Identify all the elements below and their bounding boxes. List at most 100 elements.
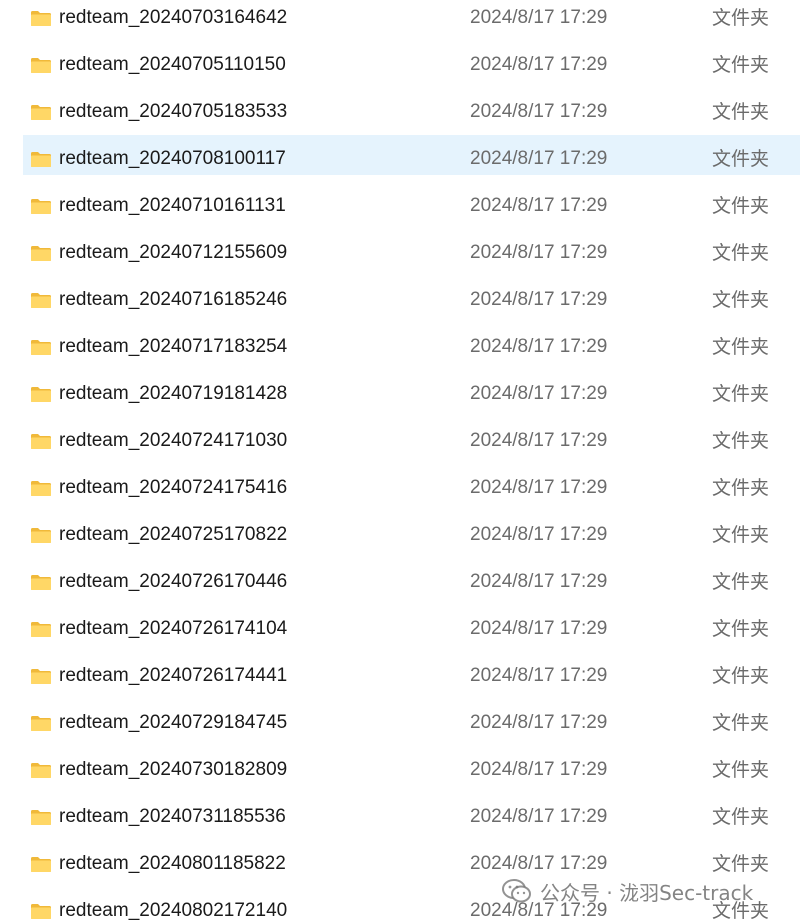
file-row[interactable]: redteam_20240705183533 2024/8/17 17:29 文件夹 [0,87,800,134]
file-type: 文件夹 [712,759,770,781]
file-name: redteam_20240731185536 [59,806,286,827]
file-type: 文件夹 [712,7,770,29]
folder-icon [31,481,51,496]
folder-icon [31,528,51,543]
file-row[interactable]: redteam_20240708100117 2024/8/17 17:29 文件夹 [0,134,800,181]
file-name: redteam_20240725170822 [59,524,288,545]
folder-icon [31,246,51,261]
file-date-modified: 2024/8/17 17:29 [470,195,608,216]
file-row[interactable]: redteam_20240726170446 2024/8/17 17:29 文件夹 [0,557,800,604]
file-name: redteam_20240801185822 [59,853,286,874]
file-name: redteam_20240726170446 [59,571,288,592]
file-date-modified: 2024/8/17 17:29 [470,665,608,686]
file-row[interactable]: redteam_20240717183254 2024/8/17 17:29 文件夹 [0,322,800,369]
file-name: redteam_20240703164642 [59,7,288,28]
wechat-icon [502,879,531,903]
file-name: redteam_20240705110150 [59,54,286,75]
folder-icon [31,199,51,214]
folder-icon [31,387,51,402]
file-type: 文件夹 [712,524,770,546]
file-date-modified: 2024/8/17 17:29 [470,853,608,874]
folder-icon [31,763,51,778]
file-date-modified: 2024/8/17 17:29 [470,101,608,122]
file-date-modified: 2024/8/17 17:29 [470,477,608,498]
file-row[interactable]: redteam_20240716185246 2024/8/17 17:29 文件夹 [0,275,800,322]
folder-icon [31,669,51,684]
file-type: 文件夹 [712,336,770,358]
file-type: 文件夹 [712,806,770,828]
file-row[interactable]: redteam_20240719181428 2024/8/17 17:29 文件夹 [0,369,800,416]
file-row[interactable]: redteam_20240729184745 2024/8/17 17:29 文件夹 [0,698,800,745]
folder-icon [31,293,51,308]
file-row[interactable]: redteam_20240724171030 2024/8/17 17:29 文件夹 [0,416,800,463]
file-type: 文件夹 [712,383,770,405]
file-name: redteam_20240729184745 [59,712,288,733]
file-type: 文件夹 [712,54,770,76]
file-row[interactable]: redteam_20240725170822 2024/8/17 17:29 文件夹 [0,510,800,557]
folder-icon [31,857,51,872]
folder-icon [31,340,51,355]
file-row[interactable]: redteam_20240710161131 2024/8/17 17:29 文件夹 [0,181,800,228]
file-name: redteam_20240717183254 [59,336,288,357]
file-row[interactable]: redteam_20240726174104 2024/8/17 17:29 文件夹 [0,604,800,651]
file-row[interactable]: redteam_20240724175416 2024/8/17 17:29 文件夹 [0,463,800,510]
folder-icon [31,716,51,731]
file-name: redteam_20240730182809 [59,759,288,780]
file-type: 文件夹 [712,477,770,499]
file-type: 文件夹 [712,618,770,640]
file-type: 文件夹 [712,101,770,123]
file-date-modified: 2024/8/17 17:29 [470,571,608,592]
file-date-modified: 2024/8/17 17:29 [470,524,608,545]
file-type: 文件夹 [712,712,770,734]
file-row[interactable]: redteam_20240705110150 2024/8/17 17:29 文件夹 [0,40,800,87]
file-date-modified: 2024/8/17 17:29 [470,7,608,28]
file-date-modified: 2024/8/17 17:29 [470,383,608,404]
folder-icon [31,904,51,919]
file-name: redteam_20240712155609 [59,242,288,263]
file-type: 文件夹 [712,430,770,452]
file-name: redteam_20240726174441 [59,665,288,686]
folder-icon [31,575,51,590]
file-date-modified: 2024/8/17 17:29 [470,806,608,827]
file-type: 文件夹 [712,195,770,217]
folder-icon [31,152,51,167]
file-date-modified: 2024/8/17 17:29 [470,242,608,263]
file-date-modified: 2024/8/17 17:29 [470,430,608,451]
folder-icon [31,11,51,26]
file-row[interactable]: redteam_20240726174441 2024/8/17 17:29 文件夹 [0,651,800,698]
file-date-modified: 2024/8/17 17:29 [470,289,608,310]
file-type: 文件夹 [712,571,770,593]
file-date-modified: 2024/8/17 17:29 [470,336,608,357]
file-name: redteam_20240724175416 [59,477,288,498]
folder-icon [31,810,51,825]
file-name: redteam_20240724171030 [59,430,288,451]
file-type: 文件夹 [712,665,770,687]
file-type: 文件夹 [712,853,770,875]
file-name: redteam_20240705183533 [59,101,288,122]
folder-icon [31,58,51,73]
file-name: redteam_20240708100117 [59,148,286,169]
file-row[interactable]: redteam_20240712155609 2024/8/17 17:29 文件夹 [0,228,800,275]
file-type: 文件夹 [712,289,770,311]
file-type: 文件夹 [712,148,770,170]
watermark: 公众号 · 泷羽Sec-track [502,876,753,906]
folder-icon [31,434,51,449]
file-name: redteam_20240802172140 [59,900,288,921]
file-date-modified: 2024/8/17 17:29 [470,148,608,169]
file-date-modified: 2024/8/17 17:29 [470,712,608,733]
folder-icon [31,105,51,120]
file-type: 文件夹 [712,242,770,264]
file-row[interactable]: redteam_20240703164642 2024/8/17 17:29 文件夹 [0,0,800,40]
file-row[interactable]: redteam_20240731185536 2024/8/17 17:29 文件夹 [0,792,800,839]
file-name: redteam_20240710161131 [59,195,286,216]
file-name: redteam_20240719181428 [59,383,288,404]
file-date-modified: 2024/8/17 17:29 [470,618,608,639]
folder-icon [31,622,51,637]
file-name: redteam_20240726174104 [59,618,288,639]
file-list: redteam_20240703164642 2024/8/17 17:29 文件夹… [0,0,800,922]
watermark-text: 公众号 · 泷羽Sec-track [540,880,754,905]
file-row[interactable]: redteam_20240730182809 2024/8/17 17:29 文件夹 [0,745,800,792]
file-name: redteam_20240716185246 [59,289,288,310]
file-date-modified: 2024/8/17 17:29 [470,54,608,75]
file-date-modified: 2024/8/17 17:29 [470,759,608,780]
